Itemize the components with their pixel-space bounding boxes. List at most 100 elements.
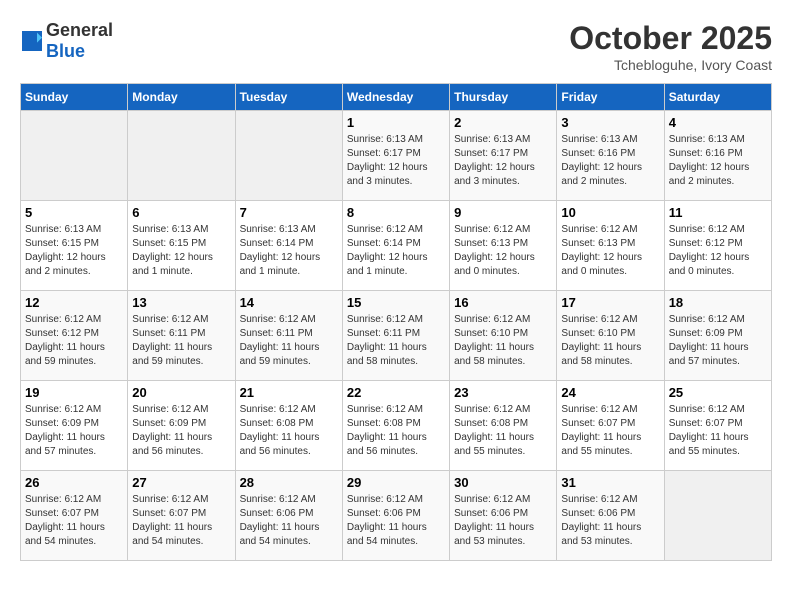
day-number: 1 <box>347 115 445 130</box>
day-number: 29 <box>347 475 445 490</box>
calendar-cell: 13 Sunrise: 6:12 AMSunset: 6:11 PMDayligh… <box>128 291 235 381</box>
calendar-cell: 25 Sunrise: 6:12 AMSunset: 6:07 PMDayligh… <box>664 381 771 471</box>
calendar-cell: 22 Sunrise: 6:12 AMSunset: 6:08 PMDayligh… <box>342 381 449 471</box>
calendar-cell: 23 Sunrise: 6:12 AMSunset: 6:08 PMDayligh… <box>450 381 557 471</box>
header-day-monday: Monday <box>128 84 235 111</box>
calendar-cell: 6 Sunrise: 6:13 AMSunset: 6:15 PMDaylight… <box>128 201 235 291</box>
day-number: 17 <box>561 295 659 310</box>
day-number: 11 <box>669 205 767 220</box>
day-info: Sunrise: 6:12 AMSunset: 6:07 PMDaylight:… <box>669 403 767 459</box>
day-number: 6 <box>132 205 230 220</box>
day-number: 13 <box>132 295 230 310</box>
calendar-week-2: 5 Sunrise: 6:13 AMSunset: 6:15 PMDaylight… <box>21 201 772 291</box>
calendar-cell: 4Sunrise: 6:13 AMSunset: 6:16 PMDaylight… <box>664 111 771 201</box>
day-info: Sunrise: 6:12 AMSunset: 6:11 PMDaylight:… <box>240 313 338 369</box>
day-info: Sunrise: 6:12 AMSunset: 6:09 PMDaylight:… <box>132 403 230 459</box>
day-info: Sunrise: 6:12 AMSunset: 6:11 PMDaylight:… <box>347 313 445 369</box>
day-number: 9 <box>454 205 552 220</box>
day-number: 14 <box>240 295 338 310</box>
day-info: Sunrise: 6:13 AMSunset: 6:15 PMDaylight:… <box>132 223 230 279</box>
day-info: Sunrise: 6:12 AMSunset: 6:11 PMDaylight:… <box>132 313 230 369</box>
day-number: 20 <box>132 385 230 400</box>
day-info: Sunrise: 6:12 AMSunset: 6:08 PMDaylight:… <box>454 403 552 459</box>
day-info: Sunrise: 6:13 AMSunset: 6:17 PMDaylight:… <box>347 133 445 189</box>
calendar-cell: 24 Sunrise: 6:12 AMSunset: 6:07 PMDayligh… <box>557 381 664 471</box>
calendar-cell: 2 Sunrise: 6:13 AMSunset: 6:17 PMDaylight… <box>450 111 557 201</box>
day-number: 19 <box>25 385 123 400</box>
location-title: Tchebloguhe, Ivory Coast <box>569 57 772 73</box>
calendar-cell: 20 Sunrise: 6:12 AMSunset: 6:09 PMDayligh… <box>128 381 235 471</box>
day-info: Sunrise: 6:12 AMSunset: 6:06 PMDaylight:… <box>347 493 445 549</box>
day-number: 28 <box>240 475 338 490</box>
calendar-cell: 15Sunrise: 6:12 AMSunset: 6:11 PMDayligh… <box>342 291 449 381</box>
day-number: 3 <box>561 115 659 130</box>
day-number: 25 <box>669 385 767 400</box>
day-info: Sunrise: 6:12 AMSunset: 6:13 PMDaylight:… <box>561 223 659 279</box>
calendar-cell <box>664 471 771 561</box>
day-info: Sunrise: 6:12 AMSunset: 6:07 PMDaylight:… <box>561 403 659 459</box>
calendar-cell: 17 Sunrise: 6:12 AMSunset: 6:10 PMDayligh… <box>557 291 664 381</box>
calendar-week-3: 12 Sunrise: 6:12 AMSunset: 6:12 PMDayligh… <box>21 291 772 381</box>
day-info: Sunrise: 6:13 AMSunset: 6:15 PMDaylight:… <box>25 223 123 279</box>
day-info: Sunrise: 6:13 AMSunset: 6:17 PMDaylight:… <box>454 133 552 189</box>
calendar-cell: 11 Sunrise: 6:12 AMSunset: 6:12 PMDayligh… <box>664 201 771 291</box>
day-info: Sunrise: 6:12 AMSunset: 6:06 PMDaylight:… <box>240 493 338 549</box>
day-number: 18 <box>669 295 767 310</box>
day-info: Sunrise: 6:12 AMSunset: 6:06 PMDaylight:… <box>561 493 659 549</box>
calendar-cell: 18 Sunrise: 6:12 AMSunset: 6:09 PMDayligh… <box>664 291 771 381</box>
day-info: Sunrise: 6:13 AMSunset: 6:16 PMDaylight:… <box>561 133 659 189</box>
calendar-cell: 26 Sunrise: 6:12 AMSunset: 6:07 PMDayligh… <box>21 471 128 561</box>
day-number: 8 <box>347 205 445 220</box>
calendar-header-row: SundayMondayTuesdayWednesdayThursdayFrid… <box>21 84 772 111</box>
header-day-friday: Friday <box>557 84 664 111</box>
calendar-cell: 12 Sunrise: 6:12 AMSunset: 6:12 PMDayligh… <box>21 291 128 381</box>
day-info: Sunrise: 6:12 AMSunset: 6:07 PMDaylight:… <box>132 493 230 549</box>
calendar-cell: 5 Sunrise: 6:13 AMSunset: 6:15 PMDaylight… <box>21 201 128 291</box>
day-number: 23 <box>454 385 552 400</box>
title-area: October 2025 Tchebloguhe, Ivory Coast <box>569 20 772 73</box>
calendar-cell: 27 Sunrise: 6:12 AMSunset: 6:07 PMDayligh… <box>128 471 235 561</box>
calendar-cell: 29 Sunrise: 6:12 AMSunset: 6:06 PMDayligh… <box>342 471 449 561</box>
day-number: 2 <box>454 115 552 130</box>
day-info: Sunrise: 6:12 AMSunset: 6:10 PMDaylight:… <box>561 313 659 369</box>
day-info: Sunrise: 6:12 AMSunset: 6:12 PMDaylight:… <box>669 223 767 279</box>
header-day-tuesday: Tuesday <box>235 84 342 111</box>
calendar-cell <box>128 111 235 201</box>
calendar-cell: 8Sunrise: 6:12 AMSunset: 6:14 PMDaylight… <box>342 201 449 291</box>
day-number: 16 <box>454 295 552 310</box>
day-number: 5 <box>25 205 123 220</box>
day-info: Sunrise: 6:12 AMSunset: 6:09 PMDaylight:… <box>25 403 123 459</box>
day-number: 27 <box>132 475 230 490</box>
day-info: Sunrise: 6:13 AMSunset: 6:16 PMDaylight:… <box>669 133 767 189</box>
calendar-cell: 19 Sunrise: 6:12 AMSunset: 6:09 PMDayligh… <box>21 381 128 471</box>
day-number: 26 <box>25 475 123 490</box>
calendar-cell: 14 Sunrise: 6:12 AMSunset: 6:11 PMDayligh… <box>235 291 342 381</box>
day-number: 22 <box>347 385 445 400</box>
calendar-cell <box>235 111 342 201</box>
day-info: Sunrise: 6:12 AMSunset: 6:09 PMDaylight:… <box>669 313 767 369</box>
calendar-cell: 21Sunrise: 6:12 AMSunset: 6:08 PMDayligh… <box>235 381 342 471</box>
day-info: Sunrise: 6:12 AMSunset: 6:06 PMDaylight:… <box>454 493 552 549</box>
day-info: Sunrise: 6:12 AMSunset: 6:10 PMDaylight:… <box>454 313 552 369</box>
calendar-cell: 3 Sunrise: 6:13 AMSunset: 6:16 PMDaylight… <box>557 111 664 201</box>
day-number: 12 <box>25 295 123 310</box>
calendar-week-5: 26 Sunrise: 6:12 AMSunset: 6:07 PMDayligh… <box>21 471 772 561</box>
calendar-cell: 9Sunrise: 6:12 AMSunset: 6:13 PMDaylight… <box>450 201 557 291</box>
calendar-cell: 16 Sunrise: 6:12 AMSunset: 6:10 PMDayligh… <box>450 291 557 381</box>
calendar-cell <box>21 111 128 201</box>
logo-text: General Blue <box>46 20 113 62</box>
day-info: Sunrise: 6:12 AMSunset: 6:12 PMDaylight:… <box>25 313 123 369</box>
calendar-cell: 30Sunrise: 6:12 AMSunset: 6:06 PMDayligh… <box>450 471 557 561</box>
header: General Blue October 2025 Tchebloguhe, I… <box>20 20 772 73</box>
day-number: 24 <box>561 385 659 400</box>
day-info: Sunrise: 6:12 AMSunset: 6:08 PMDaylight:… <box>347 403 445 459</box>
month-title: October 2025 <box>569 20 772 57</box>
day-info: Sunrise: 6:12 AMSunset: 6:07 PMDaylight:… <box>25 493 123 549</box>
header-day-sunday: Sunday <box>21 84 128 111</box>
calendar-cell: 10Sunrise: 6:12 AMSunset: 6:13 PMDayligh… <box>557 201 664 291</box>
header-day-thursday: Thursday <box>450 84 557 111</box>
calendar-cell: 1 Sunrise: 6:13 AMSunset: 6:17 PMDaylight… <box>342 111 449 201</box>
day-number: 7 <box>240 205 338 220</box>
calendar-cell: 28 Sunrise: 6:12 AMSunset: 6:06 PMDayligh… <box>235 471 342 561</box>
calendar-table: SundayMondayTuesdayWednesdayThursdayFrid… <box>20 83 772 561</box>
